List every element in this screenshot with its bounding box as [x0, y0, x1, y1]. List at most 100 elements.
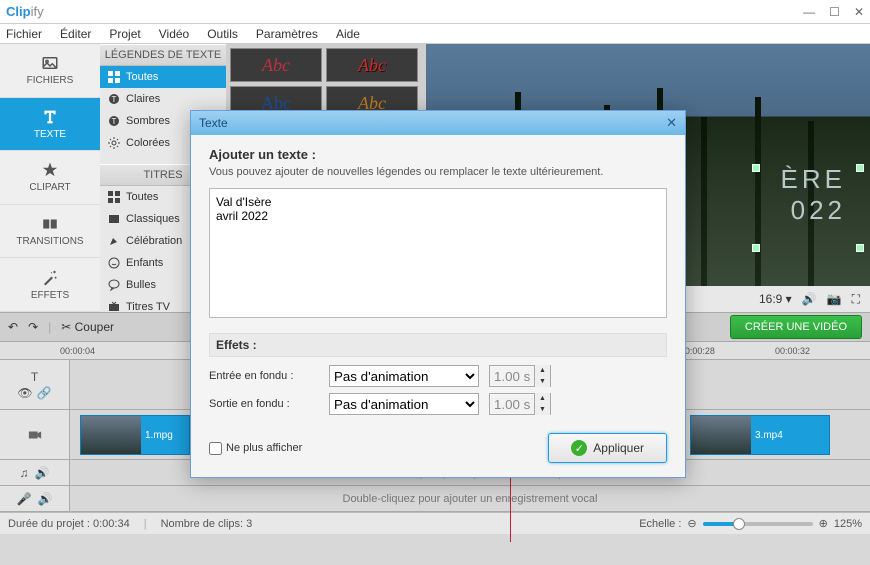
fade-out-select[interactable]: Pas d'animation [329, 393, 479, 415]
dialog-close-icon[interactable]: ✕ [666, 115, 677, 131]
create-video-button[interactable]: CRÉER UNE VIDÉO [730, 315, 862, 339]
snapshot-icon[interactable]: 📷 [827, 292, 842, 306]
grid-icon [108, 71, 120, 83]
resize-handle[interactable] [752, 164, 760, 172]
resize-handle[interactable] [856, 244, 864, 252]
mic-icon: 🎤 [17, 492, 32, 506]
redo-icon[interactable]: ↷ [28, 320, 38, 334]
fade-in-label: Entrée en fondu : [209, 370, 319, 382]
sidebar-item-label: CLIPART [29, 182, 70, 193]
fade-in-duration[interactable]: ▲▼ [489, 365, 551, 387]
menu-fichier[interactable]: Fichier [6, 27, 42, 41]
fade-in-select[interactable]: Pas d'animation [329, 365, 479, 387]
fade-out-duration[interactable]: ▲▼ [489, 393, 551, 415]
clip-count: Nombre de clips: 3 [161, 518, 253, 530]
dialog-subheading: Vous pouvez ajouter de nouvelles légende… [209, 166, 667, 178]
svg-text:T: T [112, 95, 117, 104]
sidebar: FICHIERS TEXTE CLIPART TRANSITIONS EFFET… [0, 44, 100, 312]
star-icon [41, 161, 59, 179]
text-icon [41, 108, 59, 126]
menu-video[interactable]: Vidéo [159, 27, 189, 41]
effects-heading: Effets : [209, 333, 667, 357]
check-icon: ✓ [571, 440, 587, 456]
mute-icon[interactable]: 🔊 [35, 466, 50, 480]
ruler-tick: 00:00:32 [775, 346, 810, 356]
sidebar-item-label: FICHIERS [27, 75, 74, 86]
menubar: Fichier Éditer Projet Vidéo Outils Param… [0, 24, 870, 44]
track-head-text: T 👁🔗 [0, 360, 70, 409]
noshow-checkbox[interactable]: Ne plus afficher [209, 442, 302, 455]
preview-overlay-text[interactable]: ÈRE 022 [781, 164, 846, 226]
menu-projet[interactable]: Projet [109, 27, 140, 41]
style-thumb-2[interactable]: Abc [326, 48, 418, 82]
sidebar-item-label: TRANSITIONS [16, 236, 83, 247]
mute-icon[interactable]: 🔊 [38, 492, 53, 506]
window-controls: — ☐ ✕ [803, 5, 864, 19]
spin-down-icon[interactable]: ▼ [534, 404, 550, 415]
dialog-texte: Texte ✕ Ajouter un texte : Vous pouvez a… [190, 110, 686, 478]
camera-icon [28, 428, 42, 442]
eye-icon[interactable]: 👁 [17, 386, 32, 400]
ruler-tick: 00:00:04 [60, 346, 95, 356]
scale-label: Echelle : [639, 518, 681, 530]
track-head-voice: 🎤🔊 [0, 486, 70, 511]
dialog-textarea[interactable] [209, 188, 667, 318]
zoom-in-icon[interactable]: ⊕ [819, 517, 828, 530]
resize-handle[interactable] [856, 164, 864, 172]
clip-2[interactable]: 3.mp4 [690, 415, 830, 455]
voice-track[interactable]: 🎤🔊 Double-cliquez pour ajouter un enregi… [0, 486, 870, 512]
aspect-ratio[interactable]: 16:9 ▾ [759, 292, 792, 306]
undo-icon[interactable]: ↶ [8, 320, 18, 334]
sidebar-item-effets[interactable]: EFFETS [0, 258, 100, 312]
style-thumb-1[interactable]: Abc [230, 48, 322, 82]
image-icon [41, 54, 59, 72]
minimize-icon[interactable]: — [803, 5, 815, 19]
menu-editer[interactable]: Éditer [60, 27, 91, 41]
app-logo: Clipify [6, 4, 44, 19]
magic-icon [41, 269, 59, 287]
bubble-icon [108, 279, 120, 291]
sidebar-item-texte[interactable]: TEXTE [0, 98, 100, 152]
zoom-value: 125% [834, 518, 862, 530]
t-icon: T [108, 93, 120, 105]
clip-1[interactable]: 1.mpg [80, 415, 190, 455]
maximize-icon[interactable]: ☐ [829, 5, 840, 19]
transition-icon [41, 215, 59, 233]
cat-claires[interactable]: TClaires [100, 88, 226, 110]
sidebar-item-clipart[interactable]: CLIPART [0, 151, 100, 205]
fade-out-label: Sortie en fondu : [209, 398, 319, 410]
smile-icon [108, 257, 120, 269]
link-icon[interactable]: 🔗 [37, 386, 52, 400]
music-icon: ♫ [20, 466, 29, 480]
spin-up-icon[interactable]: ▲ [534, 365, 550, 376]
sun-icon [108, 137, 120, 149]
menu-parametres[interactable]: Paramètres [256, 27, 318, 41]
menu-outils[interactable]: Outils [207, 27, 238, 41]
sidebar-item-fichiers[interactable]: FICHIERS [0, 44, 100, 98]
spin-down-icon[interactable]: ▼ [534, 376, 550, 387]
close-icon[interactable]: ✕ [854, 5, 864, 19]
mute-icon[interactable]: 🔊 [802, 292, 817, 306]
sidebar-item-label: EFFETS [31, 290, 69, 301]
menu-aide[interactable]: Aide [336, 27, 360, 41]
cat-toutes-1[interactable]: Toutes [100, 66, 226, 88]
statusbar: Durée du projet : 0:00:34 | Nombre de cl… [0, 512, 870, 534]
dialog-titlebar[interactable]: Texte ✕ [191, 111, 685, 135]
tv-icon [108, 301, 120, 312]
dialog-heading: Ajouter un texte : [209, 147, 667, 162]
fullscreen-icon[interactable]: ⛶ [852, 292, 860, 307]
sidebar-item-transitions[interactable]: TRANSITIONS [0, 205, 100, 259]
grid-icon [108, 191, 120, 203]
section-legendes: LÉGENDES DE TEXTE [100, 44, 226, 66]
sidebar-item-label: TEXTE [34, 129, 66, 140]
t-icon: T [108, 115, 120, 127]
spin-up-icon[interactable]: ▲ [534, 393, 550, 404]
cut-button[interactable]: ✂ Couper [61, 320, 114, 334]
apply-button[interactable]: ✓Appliquer [548, 433, 667, 463]
svg-text:T: T [112, 117, 117, 126]
track-head-music: ♫🔊 [0, 460, 70, 485]
resize-handle[interactable] [752, 244, 760, 252]
zoom-slider[interactable] [703, 522, 813, 526]
film-icon [108, 213, 120, 225]
zoom-out-icon[interactable]: ⊖ [687, 517, 696, 530]
